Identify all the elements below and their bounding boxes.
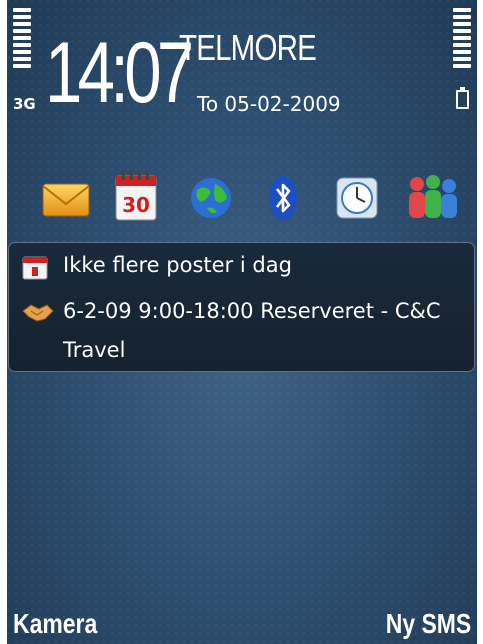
shortcut-calendar[interactable]: 30 xyxy=(110,170,162,224)
shortcut-bar: 30 xyxy=(35,170,475,230)
clock-display: 14:07 xyxy=(45,25,194,121)
calendar-small-icon xyxy=(21,253,49,286)
battery-icon xyxy=(456,87,469,109)
envelope-icon xyxy=(42,183,90,217)
shortcut-contacts[interactable] xyxy=(403,170,457,224)
shortcut-bluetooth[interactable] xyxy=(257,170,309,224)
calendar-icon-day: 30 xyxy=(122,193,150,217)
softkey-right-new-sms[interactable]: Ny SMS xyxy=(386,608,471,640)
operator-name: TELMORE xyxy=(179,27,317,68)
agenda-empty-text: Ikke flere poster i dag xyxy=(63,253,292,277)
shortcut-clock[interactable] xyxy=(331,170,383,224)
date-display: To 05-02-2009 xyxy=(197,92,341,116)
softkey-left-camera[interactable]: Kamera xyxy=(13,608,97,640)
contacts-icon xyxy=(409,175,457,218)
calendar-icon: 30 xyxy=(115,172,157,221)
battery-level-icon xyxy=(453,8,471,71)
calendar-agenda-panel[interactable]: Ikke flere poster i dag 6-2-09 9:00-18:0… xyxy=(8,242,475,372)
bluetooth-icon xyxy=(269,176,297,220)
shortcut-messaging[interactable] xyxy=(40,170,92,224)
handshake-icon xyxy=(21,299,55,330)
idle-screen: 3G 14:07 TELMORE To 05-02-2009 30 Ikke f… xyxy=(7,0,477,644)
signal-strength-icon xyxy=(13,8,31,71)
clock-icon xyxy=(336,177,378,219)
network-type-label: 3G xyxy=(13,95,36,113)
shortcut-web[interactable] xyxy=(185,170,237,224)
globe-icon xyxy=(191,178,231,218)
agenda-event-text-cont: Travel xyxy=(63,338,126,362)
agenda-event-text: 6-2-09 9:00-18:00 Reserveret - C&C xyxy=(63,299,441,323)
